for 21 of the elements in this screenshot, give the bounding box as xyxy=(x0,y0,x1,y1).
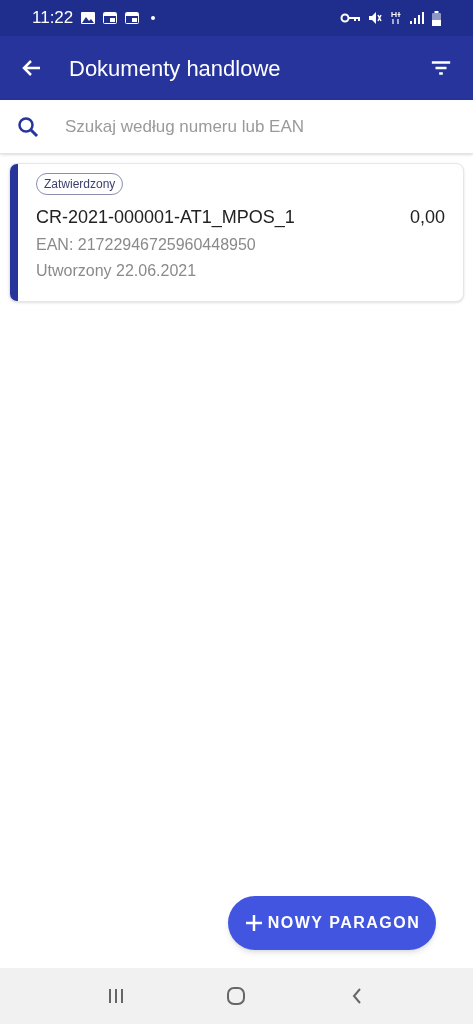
window-icon xyxy=(103,12,118,24)
image-icon xyxy=(81,12,96,24)
home-icon[interactable] xyxy=(226,986,247,1006)
dot-icon xyxy=(151,16,156,20)
search-icon xyxy=(16,114,40,139)
document-number: CR-2021-000001-AT1_MPOS_1 xyxy=(36,206,295,230)
signal-icon xyxy=(410,12,424,24)
data-icon xyxy=(390,11,402,25)
document-amount: 0,00 xyxy=(409,206,445,229)
document-card[interactable]: Zatwierdzony CR-2021-000001-AT1_MPOS_1 0,00 EAN: 21722946725960448950 Utworzony 22.06.2021 xyxy=(9,163,464,302)
ean-text: EAN: 21722946725960448950 xyxy=(36,235,256,255)
window-icon xyxy=(125,12,140,24)
new-receipt-button[interactable]: NOWY PARAGON xyxy=(228,896,436,950)
screen-title: Dokumenty handlowe xyxy=(69,54,281,83)
key-icon xyxy=(340,13,360,23)
status-time: 11:22 xyxy=(32,7,74,30)
plus-icon xyxy=(243,913,264,933)
search-field[interactable]: Szukaj według numeru lub EAN xyxy=(65,113,457,140)
mute-icon xyxy=(368,11,382,25)
battery-icon xyxy=(432,10,441,26)
created-date: Utworzony 22.06.2021 xyxy=(36,261,197,281)
